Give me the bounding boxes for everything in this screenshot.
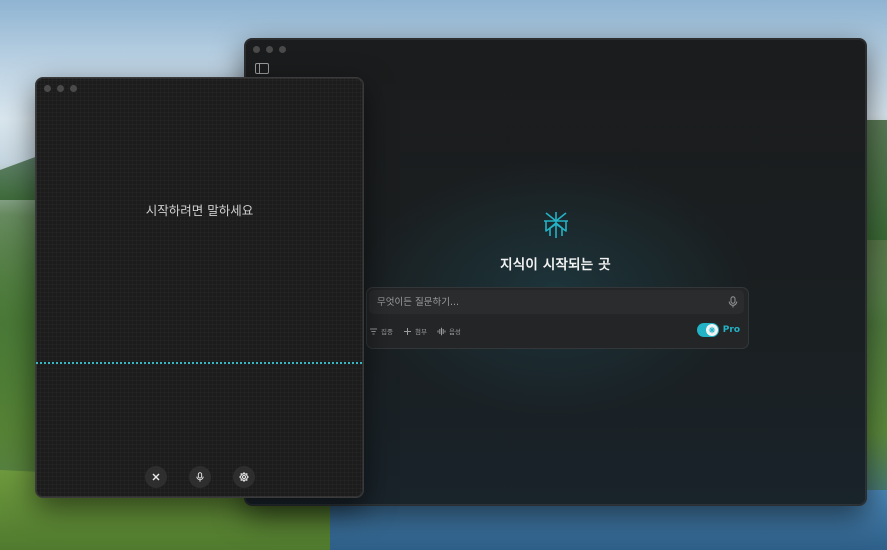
voice-settings-button[interactable] <box>232 466 255 488</box>
attach-button[interactable]: 첨부 <box>403 326 427 336</box>
pro-label: Pro <box>722 325 740 335</box>
settings-icon <box>238 472 249 482</box>
voice-close-window-button[interactable] <box>44 85 51 92</box>
filter-icon <box>370 328 377 334</box>
voice-window-controls <box>44 85 77 92</box>
minimize-window-button[interactable] <box>266 46 273 53</box>
voice-minimize-window-button[interactable] <box>57 85 64 92</box>
window-controls <box>253 46 286 53</box>
voice-label: 음성 <box>448 328 461 336</box>
close-icon <box>152 473 159 481</box>
focus-label: 집중 <box>381 328 393 336</box>
plus-icon <box>403 327 411 335</box>
search-input[interactable] <box>369 290 744 314</box>
voice-controls <box>36 466 363 488</box>
voice-maximize-window-button[interactable] <box>70 85 77 92</box>
close-window-button[interactable] <box>253 46 260 53</box>
waveform-icon <box>437 327 446 335</box>
mic-icon[interactable] <box>728 296 738 308</box>
mic-icon <box>195 472 204 482</box>
maximize-window-button[interactable] <box>279 46 286 53</box>
search-box: 집중 첨부 음성 <box>366 287 749 349</box>
perplexity-logo-icon <box>543 212 568 238</box>
attach-label: 첨부 <box>414 328 427 336</box>
search-toolbar: 집중 첨부 음성 <box>369 326 461 336</box>
voice-window: 시작하려면 말하세요 <box>35 77 364 498</box>
voice-prompt: 시작하려면 말하세요 <box>145 203 254 218</box>
pro-toggle-switch[interactable] <box>696 323 719 337</box>
mic-button[interactable] <box>188 466 211 488</box>
voice-button[interactable]: 음성 <box>437 326 461 336</box>
pro-toggle-knob <box>705 324 718 336</box>
audio-waveform <box>36 362 363 364</box>
sidebar-toggle-icon[interactable] <box>255 63 269 74</box>
focus-button[interactable]: 집중 <box>369 326 393 336</box>
pro-toggle[interactable]: Pro <box>696 323 740 337</box>
cancel-voice-button[interactable] <box>144 466 167 488</box>
sparkle-icon <box>708 326 715 334</box>
